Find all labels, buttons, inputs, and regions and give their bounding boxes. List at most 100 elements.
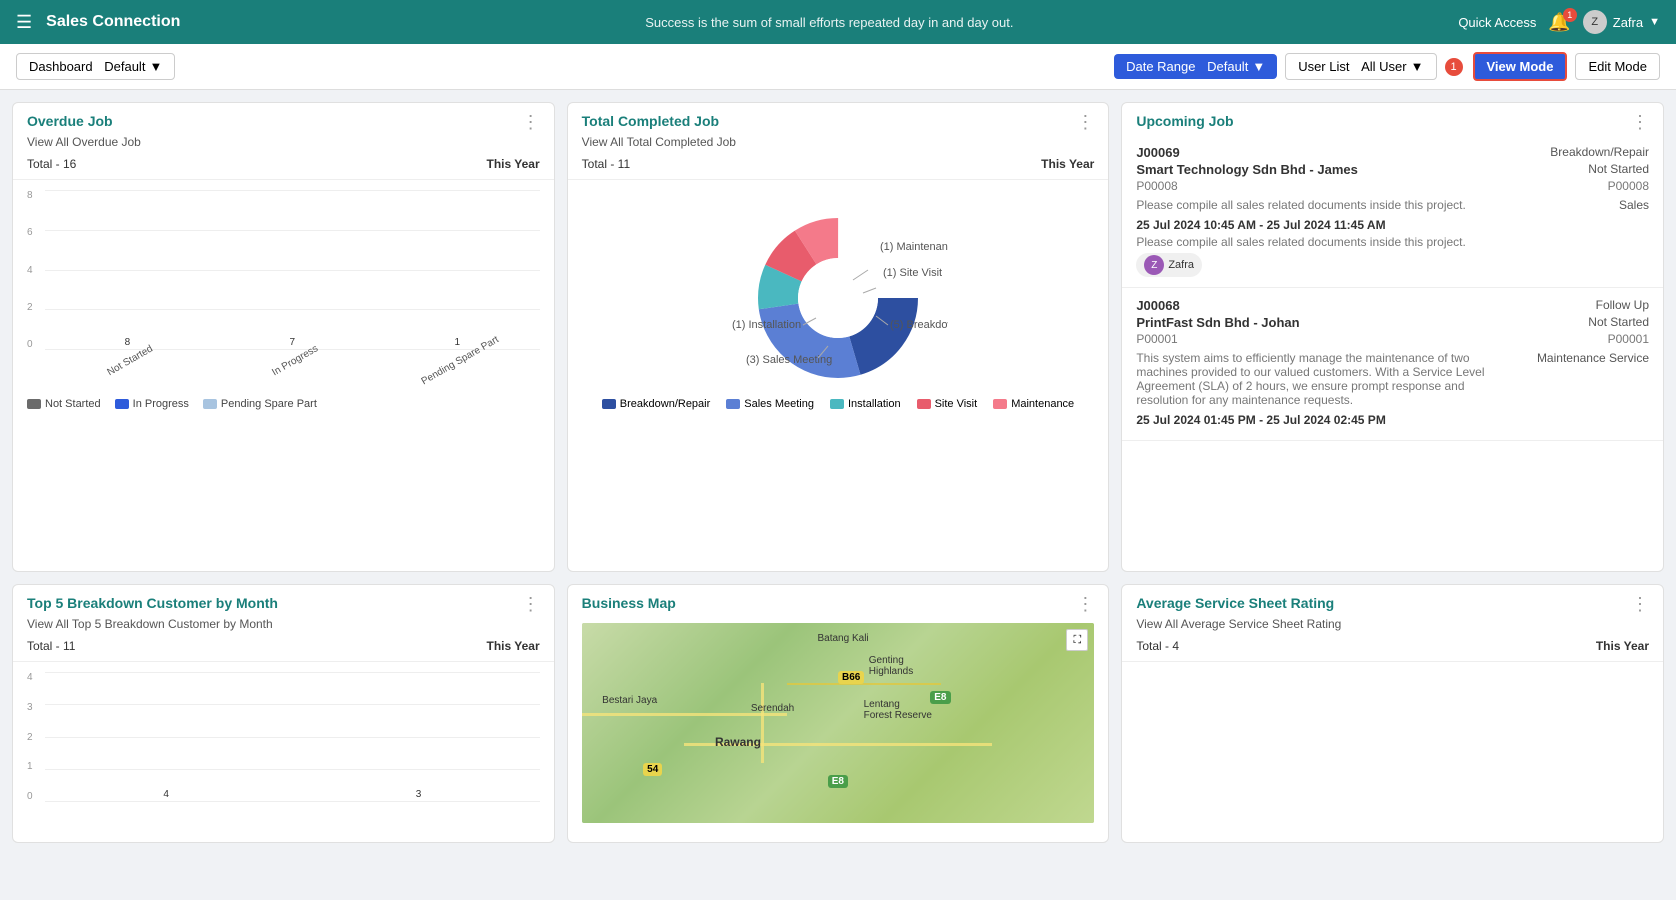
business-map-body: Batang Kali GentingHighlands Bestari Jay… [568,617,1109,833]
legend-color-pending-spare [203,399,217,409]
notification-count: 1 [1563,8,1577,22]
user-list-button[interactable]: User List All User ▼ [1285,53,1436,80]
x-axis: Not Started In Progress Pending Spare Pa… [55,350,530,390]
date-range-button[interactable]: Date Range Default ▼ [1114,54,1277,79]
chevron-down-icon: ▼ [1649,16,1660,28]
job-number-1: J00069 [1136,145,1179,160]
job-tags-1: Z Zafra [1136,253,1649,277]
user-list-value: All User [1361,59,1407,74]
avg-rating-menu[interactable]: ⋮ [1631,595,1649,613]
chevron-down-icon: ▼ [1252,59,1265,74]
bar-value-1: 8 [125,337,131,348]
user-list-label: User List [1298,59,1349,74]
top5-breakdown-card: Top 5 Breakdown Customer by Month ⋮ View… [12,584,555,843]
overdue-job-subtitle[interactable]: View All Overdue Job [13,135,554,153]
job-project-right-1: P00008 [1608,179,1649,193]
overdue-job-title: Overdue Job [27,113,113,129]
overdue-bar-chart: 0 2 4 6 8 [27,190,540,390]
label-installation: (1) Installation [732,319,801,331]
business-map-card: Business Map ⋮ Batang Kali GentingHighla… [567,584,1110,843]
business-map-menu[interactable]: ⋮ [1076,595,1094,613]
legend-color-maintenance [993,399,1007,409]
date-range-value: Default [1207,59,1248,74]
avg-rating-total: Total - 4 [1136,639,1179,653]
user-avatar: Z [1583,10,1607,34]
edit-mode-button[interactable]: Edit Mode [1575,53,1660,80]
app-brand: Sales Connection [46,13,180,31]
map-view[interactable]: Batang Kali GentingHighlands Bestari Jay… [582,623,1095,823]
job-type-2: Follow Up [1596,298,1649,312]
completed-job-menu[interactable]: ⋮ [1076,113,1094,131]
avg-rating-title: Average Service Sheet Rating [1136,595,1334,611]
map-label-rawang: Rawang [715,735,761,749]
bars-container: 8 7 1 [55,190,530,350]
donut-hole [798,258,878,338]
dashboard-grid: Overdue Job ⋮ View All Overdue Job Total… [0,90,1676,855]
date-range-label: Date Range [1126,59,1195,74]
overdue-job-menu[interactable]: ⋮ [522,113,540,131]
app-tagline: Success is the sum of small efforts repe… [200,15,1458,30]
job-item-1: J00069 Breakdown/Repair Smart Technology… [1122,135,1663,288]
legend-maintenance: Maintenance [993,398,1074,410]
top5-subtitle[interactable]: View All Top 5 Breakdown Customer by Mon… [13,617,554,635]
legend-in-progress: In Progress [115,398,189,410]
avg-rating-subtitle[interactable]: View All Average Service Sheet Rating [1122,617,1663,635]
map-label-bestari: Bestari Jaya [602,695,657,706]
donut-chart: (1) Maintenance (1) Site Visit (1) Insta… [728,198,948,388]
top5-title: Top 5 Breakdown Customer by Month [27,595,278,611]
view-mode-button[interactable]: View Mode [1473,52,1568,81]
job-time-desc-1: Please compile all sales related documen… [1136,235,1649,249]
overdue-job-header: Overdue Job ⋮ [13,103,554,135]
avg-rating-header: Average Service Sheet Rating ⋮ [1122,585,1663,617]
notification-bell[interactable]: 🔔 1 [1548,12,1570,33]
dashboard-label: Dashboard [29,59,93,74]
legend-sales-meeting: Sales Meeting [726,398,814,410]
toolbar-badge: 1 [1445,58,1463,76]
overdue-job-meta: Total - 16 This Year [13,153,554,180]
legend-color-in-progress [115,399,129,409]
top5-menu[interactable]: ⋮ [522,595,540,613]
completed-job-subtitle[interactable]: View All Total Completed Job [568,135,1109,153]
map-expand-button[interactable]: ⛶ [1066,629,1088,651]
chevron-down-icon: ▼ [149,59,162,74]
map-label-batang-kali: Batang Kali [817,633,868,644]
toolbar-left: Dashboard Default ▼ [16,53,175,80]
job-desc-right-1: Sales [1619,198,1649,212]
toolbar: Dashboard Default ▼ Date Range Default ▼… [0,44,1676,90]
top5-total: Total - 11 [27,639,75,653]
top5-bar-chart: 0 1 2 3 4 4 [27,672,540,832]
upcoming-job-menu[interactable]: ⋮ [1631,113,1649,131]
overdue-job-card: Overdue Job ⋮ View All Overdue Job Total… [12,102,555,572]
job-number-2: J00068 [1136,298,1179,313]
job-time-1: 25 Jul 2024 10:45 AM - 25 Jul 2024 11:45… [1136,218,1649,232]
donut-legend: Breakdown/Repair Sales Meeting Installat… [602,398,1074,410]
job-row-2-header: J00068 Follow Up [1136,298,1649,313]
top5-y-axis: 0 1 2 3 4 [27,672,45,832]
job-row-1-project: P00008 P00008 [1136,179,1649,193]
hamburger-icon[interactable]: ☰ [16,12,32,33]
donut-chart-container: (1) Maintenance (1) Site Visit (1) Insta… [582,190,1095,418]
user-name: Zafra [1613,15,1643,30]
completed-job-card: Total Completed Job ⋮ View All Total Com… [567,102,1110,572]
top5-header: Top 5 Breakdown Customer by Month ⋮ [13,585,554,617]
top5-chart-area: 4 3 [45,672,540,832]
user-menu[interactable]: Z Zafra ▼ [1583,10,1660,34]
business-map-header: Business Map ⋮ [568,585,1109,617]
dashboard-selector[interactable]: Dashboard Default ▼ [16,53,175,80]
job-row-1-header: J00069 Breakdown/Repair [1136,145,1649,160]
legend-color-installation [830,399,844,409]
road-e8-top: E8 [930,691,950,704]
job-row-1-customer: Smart Technology Sdn Bhd - James Not Sta… [1136,162,1649,177]
map-label-genting: GentingHighlands [869,655,913,677]
job-status-1: Not Started [1588,162,1649,176]
legend-site-visit: Site Visit [917,398,978,410]
top5-bar-group-1: 4 [55,789,277,802]
label-site-visit: (1) Site Visit [883,267,942,279]
road-e8-bottom: E8 [828,775,848,788]
job-row-2-desc: This system aims to efficiently manage t… [1136,348,1649,410]
assignee-name-1: Zafra [1168,259,1194,271]
job-project-right-2: P00001 [1608,332,1649,346]
quick-access-button[interactable]: Quick Access [1458,15,1536,30]
job-time-2: 25 Jul 2024 01:45 PM - 25 Jul 2024 02:45… [1136,413,1649,427]
top5-meta: Total - 11 This Year [13,635,554,662]
